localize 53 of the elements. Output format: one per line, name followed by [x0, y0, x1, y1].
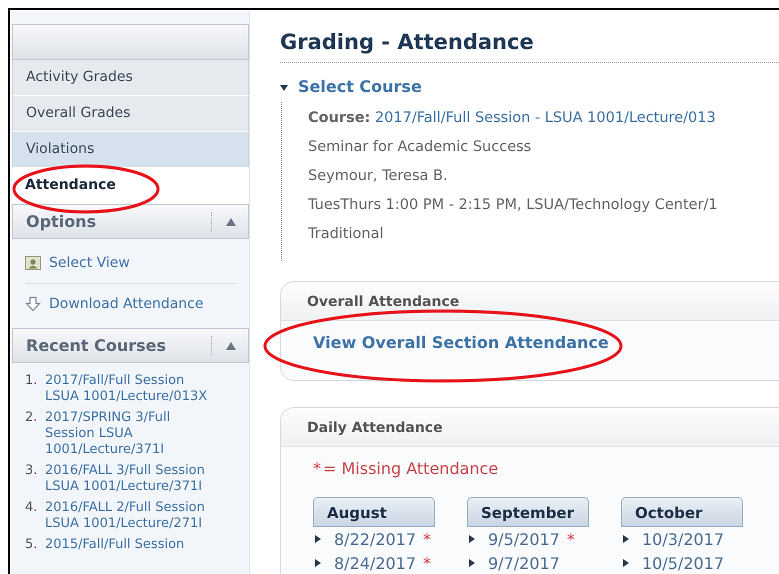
list-number: 5. — [25, 537, 38, 553]
course-detail: TuesThurs 1:00 PM - 2:15 PM, LSUA/Technology Center/1 — [308, 196, 719, 215]
panel-title: Overall Attendance — [281, 282, 779, 321]
option-link[interactable]: Download Attendance — [25, 284, 237, 324]
page-title: Grading - Attendance — [280, 30, 779, 63]
missing-mark: * — [423, 530, 432, 548]
course-link[interactable]: 2016/FALL 2/Full Session LSUA 1001/Lecture/271I — [45, 500, 217, 532]
nav-item[interactable]: Overall Grades — [12, 96, 249, 132]
date-link[interactable]: 10/3/2017 — [642, 530, 724, 548]
caret-icon — [280, 84, 288, 92]
bullet-icon — [315, 559, 321, 567]
bullet-icon — [623, 535, 629, 543]
month-header: August — [313, 497, 435, 527]
course-detail: Seminar for Academic Success — [308, 138, 532, 157]
list-number: 1. — [25, 373, 38, 390]
month-header: September — [467, 497, 589, 527]
collapse-icon[interactable] — [226, 218, 236, 226]
course-link[interactable]: 2017/Fall/Full Session LSUA 1001/Lecture/013X — [45, 373, 217, 405]
nav-item[interactable]: Activity Grades — [12, 60, 249, 96]
missing-mark: * — [423, 554, 432, 572]
list-number: 4. — [25, 500, 38, 517]
bullet-icon — [469, 559, 475, 567]
date-link[interactable]: 9/5/2017 — [488, 530, 560, 548]
course-detail: Traditional — [308, 225, 384, 244]
panel-title: Options — [26, 212, 98, 231]
select-course-toggle[interactable]: Select Course — [280, 77, 422, 96]
bullet-icon — [315, 535, 321, 543]
month-header: October — [621, 497, 743, 527]
date-link[interactable]: 8/22/2017 — [334, 530, 416, 548]
course-label: Course: — [308, 110, 370, 126]
panel-title: Recent Courses — [26, 336, 168, 355]
course-link[interactable]: 2017/SPRING 3/Full Session LSUA 1001/Lecture/371I — [45, 410, 217, 458]
course-link[interactable]: 2015/Fall/Full Session — [45, 537, 184, 553]
date-link[interactable]: 8/24/2017 — [334, 554, 416, 572]
missing-mark: * — [566, 530, 575, 548]
date-link[interactable]: 10/5/2017 — [642, 554, 724, 572]
legend-text: = Missing Attendance — [323, 459, 498, 478]
bullet-icon — [469, 535, 475, 543]
nav-item[interactable]: Violations — [12, 132, 249, 168]
download-arrow-icon — [25, 296, 41, 312]
course-link[interactable]: 2016/FALL 3/Full Session LSUA 1001/Lecture/371I — [45, 463, 217, 495]
option-link[interactable]: Select View — [25, 243, 237, 284]
list-number: 2. — [25, 410, 38, 427]
collapse-icon[interactable] — [226, 342, 236, 350]
missing-mark: * — [313, 459, 321, 478]
bullet-icon — [623, 559, 629, 567]
course-detail: Seymour, Teresa B. — [308, 167, 449, 186]
nav-item[interactable]: Attendance — [12, 168, 249, 204]
panel-title: Daily Attendance — [281, 408, 779, 447]
list-number: 3. — [25, 463, 38, 480]
course-link[interactable]: 2017/Fall/Full Session - LSUA 1001/Lecture/013 — [374, 110, 716, 126]
person-card-icon — [25, 256, 41, 270]
date-link[interactable]: 9/7/2017 — [488, 554, 560, 572]
